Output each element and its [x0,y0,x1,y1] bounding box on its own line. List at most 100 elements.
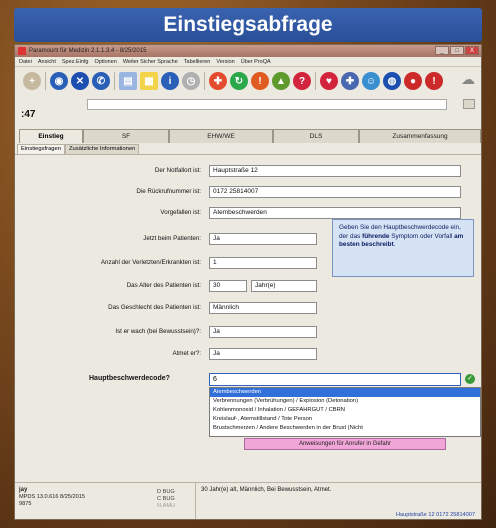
menu-item[interactable]: Version [216,59,234,65]
sub-tabs: Einstiegsfragen Zusätzliche Informatione… [15,144,481,155]
tab-zusammenfassung[interactable]: Zusammenfassung [359,129,481,143]
close-button[interactable]: X [465,46,479,55]
person-icon[interactable]: ☺ [362,72,380,90]
field-label: Anzahl der Verletzten/Erkrankten ist: [100,259,201,266]
cross-icon[interactable]: ✚ [341,72,359,90]
toggle-button[interactable] [463,99,475,109]
menu-item[interactable]: Optionen [95,59,117,65]
hint-text: Symptom oder Vorfall [389,232,455,240]
location-field[interactable]: Hauptstraße 12 [209,165,461,177]
app-window: Paramount für Medizin 2.1.1.3.4 - 8/25/2… [14,44,482,520]
toolbar-separator [114,72,115,90]
refresh-icon[interactable]: ↻ [230,72,248,90]
globe-icon[interactable]: ◉ [50,72,68,90]
window-controls: _ □ X [435,46,479,55]
tab-ehw-we[interactable]: EHW/WE [169,129,273,143]
case-header: :47 [15,95,481,129]
ambulance-icon[interactable]: ✚ [209,72,227,90]
world-icon[interactable]: ◍ [383,72,401,90]
status-summary: 30 Jahr(e) alt, Männlich, Bei Bewusstsei… [201,487,332,493]
tab-dls[interactable]: DLS [273,129,359,143]
menu-bar: Datei Ansicht Spez.Einfg Optionen Weiter… [15,57,481,67]
incident-field[interactable]: Atembeschwerden [209,207,461,219]
help-icon[interactable]: ? [293,72,311,90]
age-unit-select[interactable]: Jahr(e) [251,280,317,292]
field-label: Atmet er?: [172,350,201,357]
breathing-field[interactable]: Ja [209,348,317,360]
status-version: MPDS 13.0.616 8/25/2015 [19,494,85,500]
entry-form: Der Notfallort ist: Hauptstraße 12 Die R… [15,155,481,455]
maximize-button[interactable]: □ [450,46,464,55]
age-field[interactable]: 30 [209,280,247,292]
menu-item[interactable]: Weiter Sicher Sprache [123,59,178,65]
field-label: Die Rückrufnummer ist: [136,188,201,195]
with-patient-field[interactable]: Ja [209,233,317,245]
info-icon[interactable]: i [161,72,179,90]
hazard-icon[interactable]: ▲ [272,72,290,90]
record-icon[interactable]: ● [404,72,422,90]
clock-icon[interactable]: ◷ [182,72,200,90]
field-label: Jetzt beim Patienten: [143,235,201,242]
document-icon[interactable]: ▤ [119,72,137,90]
dropdown-option[interactable]: Verbrennungen (Verbrühungen) / Explosion… [210,397,480,406]
status-code: 9875 [19,501,32,507]
chief-complaint-input[interactable]: 6 [209,373,461,386]
field-label: Ist er wach (bei Bewusstsein)?: [115,328,201,335]
exclamation-icon[interactable]: ! [425,72,443,90]
status-address: Hauptstraße 12 0172 25814007 [396,512,475,518]
note-icon[interactable]: ▦ [140,72,158,90]
toolbar-separator [45,72,46,90]
callback-number-field[interactable]: 0172 25814007 [209,186,461,198]
status-flag: D BUG [157,489,175,495]
tab-einstieg[interactable]: Einstieg [19,129,83,143]
dropdown-option[interactable]: Brustschmerzen / Andere Beschwerden in d… [210,424,480,433]
hint-emphasis: führende [362,232,390,240]
menu-item[interactable]: Datei [19,59,32,65]
main-tabs: Einstieg SF EHW/WE DLS Zusammenfassung [15,129,481,143]
tab-sf[interactable]: SF [83,129,169,143]
caller-instructions-button[interactable]: Anweisungen für Anrufer in Gefahr [244,438,446,450]
hint-box: Geben Sie den Hauptbeschwerdecode ein, d… [332,219,474,277]
hint-text: . [393,241,396,249]
menu-item[interactable]: Über ProQA [241,59,271,65]
status-flag: C BUG [157,496,175,502]
menu-item[interactable]: Tabellieren [184,59,211,65]
subtab-zusaetzliche-informationen[interactable]: Zusätzliche Informationen [64,144,140,154]
menu-item[interactable]: Spez.Einfg [62,59,89,65]
status-user-block: jay MPDS 13.0.616 8/25/2015 9875 [19,487,85,508]
field-label: Der Notfallort ist: [154,167,201,174]
toolbar-separator [315,72,316,90]
stop-icon[interactable]: ✕ [71,72,89,90]
gender-field[interactable]: Männlich [209,302,317,314]
confirm-icon[interactable]: ✓ [465,374,475,384]
toolbar: + ◉ ✕ ✆ ▤ ▦ i ◷ ✚ ↻! ▲? ♥ ✚ ☺ ◍ ●! ☁ [15,67,481,95]
app-icon [18,47,26,55]
alert-icon[interactable]: ! [251,72,269,90]
status-flags: D BUG C BUG N.AMU [157,489,175,510]
patient-count-field[interactable]: 1 [209,257,317,269]
window-titlebar: Paramount für Medizin 2.1.1.3.4 - 8/25/2… [15,45,481,57]
dropdown-option[interactable]: Kreislauf-, Atemstillstand / Tote Person [210,415,480,424]
dropdown-option[interactable]: Kohlenmonoxid / Inhalation / GEFAHRGUT /… [210,406,480,415]
subtab-einstiegsfragen[interactable]: Einstiegsfragen [17,144,65,154]
phone-icon[interactable]: ✆ [92,72,110,90]
dropdown-option[interactable]: Atembeschwerden [210,388,480,397]
field-label: Das Alter des Patienten ist: [126,282,201,289]
heart-icon[interactable]: ♥ [320,72,338,90]
field-label: Vorgefallen ist: [160,209,201,216]
minimize-button[interactable]: _ [435,46,449,55]
status-flag: N.AMU [157,503,176,509]
plus-icon[interactable]: + [23,72,41,90]
case-id: :47 [21,109,36,120]
page-banner: Einstiegsabfrage [14,8,482,42]
search-input[interactable] [87,99,447,110]
menu-item[interactable]: Ansicht [38,59,56,65]
cloud-icon: ☁ [461,71,475,87]
conscious-field[interactable]: Ja [209,326,317,338]
chief-complaint-label: Hauptbeschwerdecode? [89,375,170,382]
status-divider [195,483,196,519]
window-title: Paramount für Medizin 2.1.1.3.4 - 8/25/2… [29,48,147,54]
field-label: Das Geschlecht des Patienten ist: [108,304,201,311]
toolbar-separator [204,72,205,90]
status-bar: jay MPDS 13.0.616 8/25/2015 9875 D BUG C… [15,482,481,519]
